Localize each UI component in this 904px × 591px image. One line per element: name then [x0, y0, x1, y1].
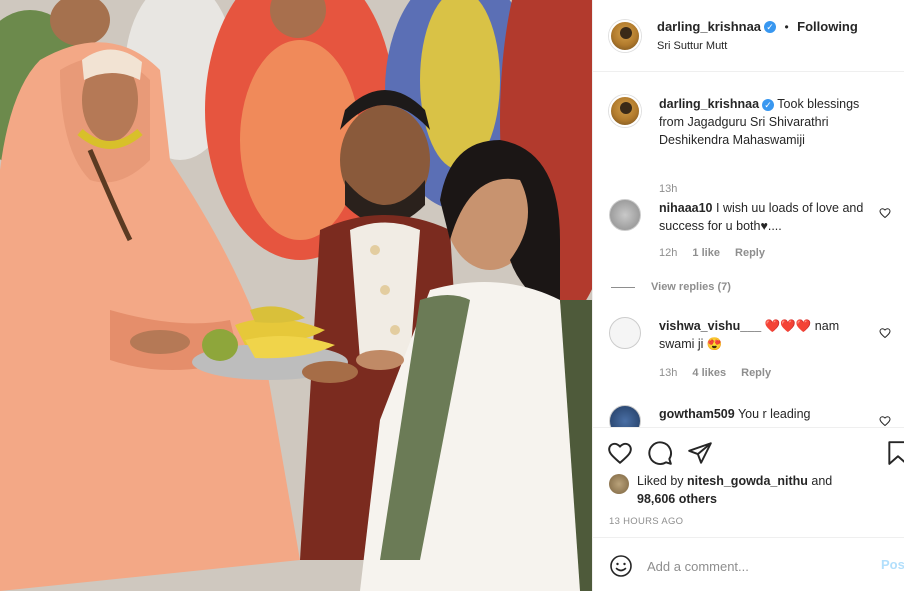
caption-time[interactable]: 13h	[659, 183, 677, 195]
post-actions: Liked by nitesh_gowda_nithu and 98,606 o…	[593, 427, 904, 537]
comment-text-block: vishwa_vishu___ ❤️❤️❤️ nam swami ji 😍	[659, 317, 874, 353]
comment-avatar[interactable]	[609, 405, 641, 427]
heart-icon[interactable]	[607, 440, 633, 466]
author-avatar[interactable]	[609, 20, 641, 52]
comment-username[interactable]: nihaaa10	[659, 201, 713, 215]
comment-text-block: nihaaa10 I wish uu loads of love and suc…	[659, 199, 874, 235]
emoji-icon[interactable]	[609, 554, 633, 578]
comment-avatar[interactable]	[609, 199, 641, 231]
verified-badge-icon: ✓	[762, 98, 775, 111]
caption: darling_krishnaa ✓ Took blessings from Ja…	[609, 95, 899, 195]
comment-item: gowtham509 You r leading	[609, 405, 899, 427]
comment-input[interactable]	[647, 554, 867, 578]
post-timestamp[interactable]: 13 HOURS AGO	[609, 516, 683, 527]
author-username[interactable]: darling_krishnaa	[657, 19, 761, 34]
caption-text-block: darling_krishnaa ✓ Took blessings from Ja…	[659, 95, 874, 149]
comment-meta: 12h 1 like Reply	[659, 247, 777, 259]
comment-reply-button[interactable]: Reply	[741, 367, 771, 379]
post-photo[interactable]	[0, 0, 592, 591]
liker-avatar[interactable]	[609, 474, 629, 494]
comment-like-heart-icon[interactable]	[879, 415, 891, 427]
comment-time[interactable]: 13h	[659, 367, 677, 379]
bookmark-icon[interactable]	[885, 440, 904, 466]
comment-avatar[interactable]	[609, 317, 641, 349]
comment-text-block: gowtham509 You r leading	[659, 405, 874, 423]
comment-likes[interactable]: 4 likes	[692, 367, 726, 379]
post-header: darling_krishnaa ✓ • Following Sri Suttur…	[593, 0, 904, 72]
comment-time[interactable]: 12h	[659, 247, 677, 259]
photo-illustration	[0, 0, 592, 591]
likes-count[interactable]: 98,606 others	[637, 492, 717, 506]
liker-username[interactable]: nitesh_gowda_nithu	[687, 474, 808, 488]
comments-list[interactable]: darling_krishnaa ✓ Took blessings from Ja…	[593, 73, 904, 427]
verified-badge-icon: ✓	[764, 20, 777, 33]
comment-username[interactable]: gowtham509	[659, 407, 735, 421]
comment-likes[interactable]: 1 like	[692, 247, 720, 259]
comment-item: vishwa_vishu___ ❤️❤️❤️ nam swami ji 😍 13…	[609, 317, 899, 397]
comment-icon[interactable]	[647, 440, 673, 466]
location-link[interactable]: Sri Suttur Mutt	[657, 40, 727, 52]
following-button[interactable]: Following	[797, 19, 858, 34]
post-sidebar: darling_krishnaa ✓ • Following Sri Suttur…	[592, 0, 904, 591]
share-icon[interactable]	[687, 440, 713, 466]
likes-and: and	[811, 474, 833, 488]
comment-username[interactable]: vishwa_vishu___	[659, 319, 761, 333]
caption-avatar[interactable]	[609, 95, 641, 127]
caption-meta: 13h	[659, 183, 689, 195]
separator-dot: •	[784, 20, 789, 34]
author-line: darling_krishnaa ✓ • Following	[657, 18, 858, 36]
comment-like-heart-icon[interactable]	[879, 327, 891, 339]
comment-item: nihaaa10 I wish uu loads of love and suc…	[609, 199, 899, 299]
caption-username[interactable]: darling_krishnaa	[659, 97, 759, 111]
post-comment-button[interactable]: Post	[881, 557, 904, 572]
comment-like-heart-icon[interactable]	[879, 207, 891, 219]
view-replies-button[interactable]: View replies (7)	[611, 281, 731, 293]
comment-reply-button[interactable]: Reply	[735, 247, 765, 259]
comment-text: You r leading	[737, 407, 811, 421]
likes-prefix: Liked by	[637, 474, 684, 488]
add-comment-bar: Post	[593, 537, 904, 591]
likes-summary: Liked by nitesh_gowda_nithu and 98,606 o…	[637, 472, 832, 508]
comment-meta: 13h 4 likes Reply	[659, 367, 783, 379]
